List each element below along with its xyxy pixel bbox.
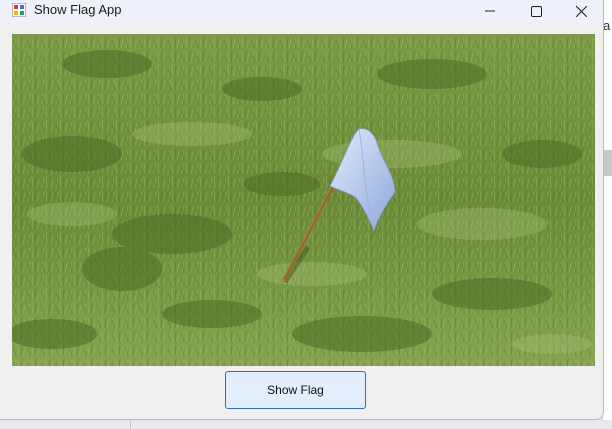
show-flag-button[interactable]: Show Flag [225,371,366,409]
maximize-button[interactable] [513,0,559,22]
close-button[interactable] [558,0,603,22]
background-app-separator [130,420,131,429]
close-icon [575,5,587,17]
background-app-bottom [0,420,612,429]
minimize-button[interactable] [467,0,513,22]
background-app-text: a [603,18,611,33]
title-bar[interactable]: Show Flag App [0,0,603,22]
minimize-icon [485,10,495,12]
grass-flag-image [12,34,595,366]
app-icon [12,3,26,17]
background-app-edge: a [603,0,612,429]
background-app-scroll-marker [603,150,612,176]
flag-picture [12,34,595,366]
show-flag-window: Show Flag App Show Flag [0,0,604,420]
maximize-icon [530,5,542,17]
window-title: Show Flag App [34,2,122,17]
